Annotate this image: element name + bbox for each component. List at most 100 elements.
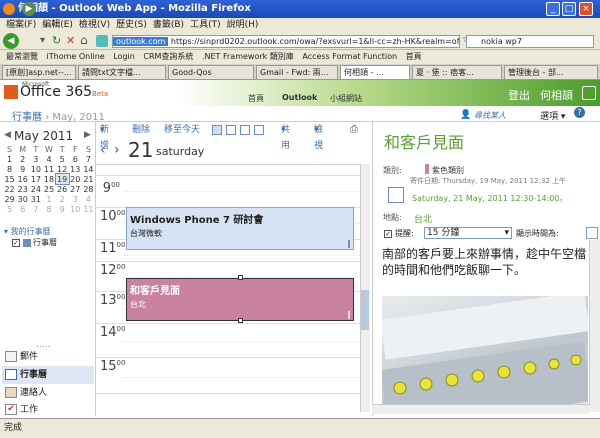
calendar-day[interactable]: 10 — [29, 164, 42, 174]
nav-tasks[interactable]: ✔ 工作 — [2, 401, 94, 419]
calendar-day[interactable]: 12 — [56, 164, 69, 174]
print-icon[interactable]: ⎙ — [350, 124, 358, 135]
back-button[interactable]: ◀ — [3, 33, 19, 49]
calendar-day[interactable]: 6 — [16, 204, 29, 214]
stop-icon[interactable]: ✕ — [66, 34, 75, 47]
calendar-day[interactable]: 8 — [3, 164, 16, 174]
view-button[interactable]: 檢視 ▾ — [314, 122, 323, 151]
resize-handle-top[interactable] — [238, 275, 243, 280]
calendar-day[interactable]: 23 — [16, 184, 29, 194]
calendar-day[interactable]: 30 — [16, 194, 29, 204]
bookmark-item[interactable]: iThome Online — [47, 52, 105, 61]
grid-scrollbar[interactable] — [360, 164, 370, 412]
browser-tab[interactable]: Good-Qos — [168, 65, 254, 79]
bookmark-item[interactable]: Login — [113, 52, 135, 61]
signout-link[interactable]: 登出 — [508, 87, 530, 103]
calendar-day[interactable]: 1 — [3, 154, 16, 164]
find-someone-link[interactable]: 尋找某人 — [474, 110, 506, 121]
calendar-day[interactable]: 7 — [29, 204, 42, 214]
browser-tab[interactable]: [原創]asp.net--... — [2, 65, 76, 79]
calendar-day[interactable]: 2 — [16, 154, 29, 164]
nav-contacts[interactable]: 連絡人 — [2, 384, 94, 402]
menu-history[interactable]: 歷史(S) — [116, 20, 147, 30]
calendar-day[interactable]: 4 — [42, 154, 55, 164]
calendar-day[interactable]: 11 — [82, 204, 95, 214]
calendar-day[interactable]: 4 — [82, 194, 95, 204]
calendar-day-today[interactable]: 19 — [54, 173, 70, 185]
workweek-view-button[interactable] — [226, 125, 236, 135]
calendar-day[interactable]: 25 — [42, 184, 55, 194]
nav-mail[interactable]: 郵件 — [2, 348, 94, 366]
browser-tab-active[interactable]: 何相頡 - ... — [340, 65, 410, 79]
month-view-button[interactable] — [254, 125, 264, 135]
home-icon[interactable]: ⌂ — [80, 33, 88, 47]
site-identity[interactable]: outlook.com — [113, 37, 169, 46]
week-view-button[interactable] — [240, 125, 250, 135]
calendar-day[interactable]: 28 — [82, 184, 95, 194]
calendar-day[interactable]: 26 — [56, 184, 69, 194]
menu-bookmarks[interactable]: 書籤(B) — [153, 20, 184, 30]
address-bar[interactable]: outlook.com https://sinprd0202.outlook.c… — [112, 35, 460, 48]
link-outlook[interactable]: Outlook — [282, 93, 317, 102]
day-view-button[interactable] — [212, 125, 222, 135]
reminder-select[interactable]: 15 分鐘 ▾ — [424, 227, 512, 239]
share-button[interactable]: 共用 ▾ — [281, 122, 290, 151]
calendar-day[interactable]: 27 — [69, 184, 82, 194]
reload-icon[interactable]: ↻ — [52, 34, 61, 47]
bookmark-item[interactable]: .NET Framework 類別庫 — [202, 52, 294, 61]
bookmark-item[interactable]: Access Format Function — [302, 52, 397, 61]
options-menu[interactable]: 選項 ▾ — [540, 109, 565, 122]
minimize-button[interactable]: _ — [546, 2, 560, 16]
prev-month-icon[interactable]: ◀ — [4, 130, 11, 140]
calendar-day[interactable]: 24 — [29, 184, 42, 194]
calendar-day[interactable]: 5 — [56, 154, 69, 164]
calendar-day[interactable]: 13 — [69, 164, 82, 174]
calendar-day[interactable]: 29 — [3, 194, 16, 204]
calendar-day[interactable]: 15 — [3, 174, 16, 184]
dropdown-icon[interactable]: ▾ — [40, 35, 45, 46]
grid-scrollbar-thumb[interactable] — [361, 290, 369, 330]
calendar-day[interactable]: 6 — [69, 154, 82, 164]
link-home[interactable]: 首頁 — [248, 93, 264, 104]
search-input[interactable]: nokia wp7 — [466, 35, 594, 48]
calendar-list-item[interactable]: ✓ 行事曆 — [12, 237, 57, 248]
next-day-button[interactable]: › — [114, 142, 120, 158]
next-month-icon[interactable]: ▶ — [84, 130, 91, 140]
calendar-day[interactable]: 7 — [82, 154, 95, 164]
link-team-site[interactable]: 小組網站 — [330, 93, 362, 104]
calendar-day[interactable]: 9 — [56, 204, 69, 214]
help-icon[interactable]: ? — [574, 107, 585, 118]
calendar-day[interactable]: 5 — [3, 204, 16, 214]
calendar-event[interactable]: Windows Phone 7 研討會 台灣微軟 ∥ — [126, 207, 354, 250]
go-to-today-button[interactable]: 移至今天 — [164, 122, 200, 138]
bookmark-item[interactable]: 首頁 — [406, 52, 422, 61]
calendar-day[interactable]: 8 — [42, 204, 55, 214]
maximize-button[interactable]: □ — [562, 2, 576, 16]
forward-button[interactable]: ▶ — [22, 2, 36, 16]
nav-calendar[interactable]: 行事曆 — [2, 366, 94, 384]
calendar-day[interactable]: 20 — [69, 174, 82, 184]
menu-tools[interactable]: 工具(T) — [190, 20, 221, 30]
location-value[interactable]: 台北 — [414, 212, 432, 225]
calendar-day[interactable]: 3 — [29, 154, 42, 164]
browser-tab[interactable]: 夏 ‧ 堡 :: 痞客... — [412, 65, 502, 79]
calendar-day[interactable]: 2 — [56, 194, 69, 204]
calendar-day[interactable]: 10 — [69, 204, 82, 214]
calendar-checkbox[interactable]: ✓ — [12, 238, 20, 247]
show-as-select[interactable] — [586, 227, 598, 239]
reminder-checkbox[interactable]: ✓ — [384, 229, 392, 238]
calendar-day[interactable]: 18 — [42, 174, 55, 184]
calendar-day[interactable]: 3 — [69, 194, 82, 204]
calendar-day[interactable]: 22 — [3, 184, 16, 194]
calendar-day[interactable]: 9 — [16, 164, 29, 174]
reading-pane-scrollbar[interactable] — [589, 240, 600, 412]
my-calendars-header[interactable]: ▾ 我的行事曆 — [4, 226, 51, 237]
calendar-day[interactable]: 11 — [42, 164, 55, 174]
browser-tab[interactable]: 請問txt文字檔... — [78, 65, 166, 79]
menu-edit[interactable]: 編輯(E) — [42, 20, 73, 30]
resize-handle-bottom[interactable] — [238, 318, 243, 323]
bookmark-item[interactable]: CRM查詢系統 — [143, 52, 193, 61]
calendar-event-selected[interactable]: 和客戶見面 台北 ∥ — [126, 278, 354, 321]
menu-help[interactable]: 說明(H) — [227, 20, 259, 30]
calendar-day[interactable]: 21 — [82, 174, 95, 184]
